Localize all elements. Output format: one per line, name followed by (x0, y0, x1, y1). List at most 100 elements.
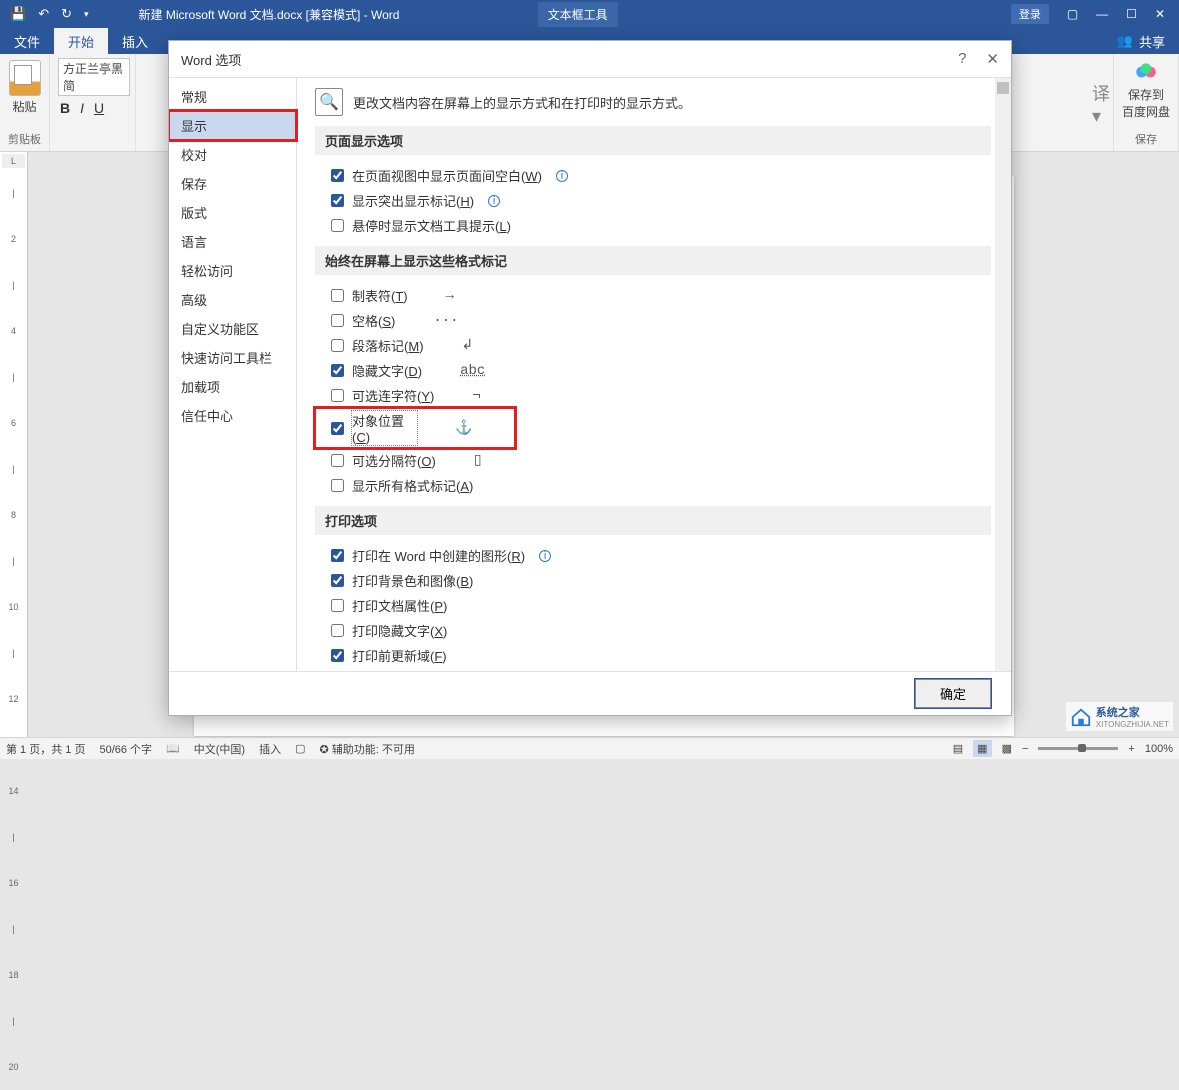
spellcheck-icon[interactable]: 📖 (166, 742, 180, 755)
info-icon[interactable]: i (539, 550, 551, 562)
tab-insert[interactable]: 插入 (108, 28, 162, 54)
dialog-title-text: Word 选项 (181, 50, 241, 69)
opt-anchor[interactable]: 对象位置(C)⚓ (315, 408, 515, 448)
nav-advanced[interactable]: 高级 (169, 285, 296, 314)
font-name-box[interactable]: 方正兰亭黑简 (58, 58, 130, 96)
word-count[interactable]: 50/66 个字 (99, 741, 152, 757)
baidu-save-label2: 百度网盘 (1122, 103, 1170, 120)
zoom-out-icon[interactable]: − (1022, 743, 1028, 755)
textbox-tools-tab[interactable]: 文本框工具 (538, 2, 618, 27)
chk-print-update-fields[interactable] (331, 649, 344, 662)
opt-whitespace[interactable]: 在页面视图中显示页面间空白(W)i (315, 163, 991, 188)
document-title: 新建 Microsoft Word 文档.docx [兼容模式] - Word (99, 6, 518, 23)
nav-addins[interactable]: 加载项 (169, 372, 296, 401)
nav-general[interactable]: 常规 (169, 82, 296, 111)
ok-button[interactable]: 确定 (915, 679, 991, 708)
chk-highlight[interactable] (331, 194, 344, 207)
save-icon[interactable]: 💾 (10, 6, 26, 22)
nav-customize-ribbon[interactable]: 自定义功能区 (169, 314, 296, 343)
macro-icon[interactable]: ▢ (295, 742, 305, 755)
chk-hidden[interactable] (331, 364, 344, 377)
qat-dropdown-icon[interactable]: ▾ (84, 9, 89, 20)
login-button[interactable]: 登录 (1011, 4, 1049, 24)
section-format-marks: 始终在屏幕上显示这些格式标记 (315, 246, 991, 275)
share-button[interactable]: 共享 (1139, 32, 1165, 51)
nav-quick-access-toolbar[interactable]: 快速访问工具栏 (169, 343, 296, 372)
chk-whitespace[interactable] (331, 169, 344, 182)
watermark-name: 系统之家 (1096, 707, 1140, 719)
dialog-content: 🔍 更改文档内容在屏幕上的显示方式和在打印时的显示方式。 页面显示选项 在页面视… (297, 78, 1011, 671)
paste-button[interactable]: 粘贴 (8, 58, 41, 115)
chk-space[interactable] (331, 314, 344, 327)
nav-proofing[interactable]: 校对 (169, 140, 296, 169)
nav-language[interactable]: 语言 (169, 227, 296, 256)
chk-anchor[interactable] (331, 422, 344, 435)
chk-tooltip[interactable] (331, 219, 344, 232)
read-mode-icon[interactable]: ▤ (953, 742, 963, 755)
nav-ease-of-access[interactable]: 轻松访问 (169, 256, 296, 285)
opt-all-marks[interactable]: 显示所有格式标记(A) (315, 473, 991, 498)
baidu-save-group: 保存到 百度网盘 保存 (1114, 54, 1179, 151)
page-status[interactable]: 第 1 页，共 1 页 (6, 741, 85, 757)
baidu-cloud-icon[interactable] (1132, 58, 1160, 86)
opt-hidden-text[interactable]: 隐藏文字(D)abc (315, 358, 991, 383)
print-layout-icon[interactable]: ▦ (973, 740, 991, 757)
undo-icon[interactable]: ↶ (38, 6, 49, 22)
nav-save[interactable]: 保存 (169, 169, 296, 198)
chk-paragraph[interactable] (331, 339, 344, 352)
chk-break[interactable] (331, 454, 344, 467)
info-icon[interactable]: i (556, 170, 568, 182)
bold-button[interactable]: B (60, 100, 70, 116)
quick-access-toolbar: 💾 ↶ ↻ ▾ (0, 6, 99, 22)
chk-print-drawings[interactable] (331, 549, 344, 562)
word-options-dialog: Word 选项 ? ✕ 常规 显示 校对 保存 版式 语言 轻松访问 高级 自定… (168, 40, 1012, 716)
watermark-url: XITONGZHIJIA.NET (1096, 720, 1169, 729)
dialog-close-icon[interactable]: ✕ (986, 50, 999, 68)
opt-print-update-fields[interactable]: 打印前更新域(F) (315, 643, 991, 668)
ribbon-options-icon[interactable]: ▢ (1067, 7, 1078, 21)
language-status[interactable]: 中文(中国) (194, 741, 245, 757)
chk-print-bg[interactable] (331, 574, 344, 587)
maximize-icon[interactable]: ☐ (1126, 7, 1137, 21)
nav-display[interactable]: 显示 (169, 111, 296, 140)
opt-paragraph[interactable]: 段落标记(M)↲ (315, 333, 991, 358)
web-layout-icon[interactable]: ▩ (1002, 742, 1012, 755)
opt-break[interactable]: 可选分隔符(O)▯ (315, 448, 991, 473)
opt-print-props[interactable]: 打印文档属性(P) (315, 593, 991, 618)
opt-highlight[interactable]: 显示突出显示标记(H)i (315, 188, 991, 213)
opt-hyphen[interactable]: 可选连字符(Y)¬ (315, 383, 991, 408)
opt-print-update-links[interactable]: 打印前更新链接数据(K) (315, 668, 991, 671)
underline-button[interactable]: U (94, 100, 104, 116)
redo-icon[interactable]: ↻ (61, 6, 72, 22)
dialog-scrollbar[interactable] (995, 78, 1011, 671)
nav-trust-center[interactable]: 信任中心 (169, 401, 296, 430)
opt-print-hidden[interactable]: 打印隐藏文字(X) (315, 618, 991, 643)
opt-print-bg[interactable]: 打印背景色和图像(B) (315, 568, 991, 593)
minimize-icon[interactable]: — (1096, 7, 1108, 21)
opt-space[interactable]: 空格(S)··· (315, 308, 991, 333)
dialog-footer: 确定 (169, 671, 1011, 715)
section-page-display: 页面显示选项 (315, 126, 991, 155)
opt-print-drawings[interactable]: 打印在 Word 中创建的图形(R)i (315, 543, 991, 568)
zoom-in-icon[interactable]: + (1128, 743, 1134, 755)
tab-file[interactable]: 文件 (0, 28, 54, 54)
zoom-percent[interactable]: 100% (1145, 743, 1173, 755)
chk-all-marks[interactable] (331, 479, 344, 492)
close-icon[interactable]: ✕ (1155, 7, 1165, 21)
chk-print-hidden[interactable] (331, 624, 344, 637)
accessibility-status[interactable]: ✪ 辅助功能: 不可用 (320, 741, 415, 757)
info-icon[interactable]: i (488, 195, 500, 207)
tab-home[interactable]: 开始 (54, 28, 108, 54)
chk-hyphen[interactable] (331, 389, 344, 402)
nav-layout[interactable]: 版式 (169, 198, 296, 227)
opt-tooltip[interactable]: 悬停时显示文档工具提示(L) (315, 213, 991, 238)
insert-mode[interactable]: 插入 (259, 741, 281, 757)
italic-button[interactable]: I (80, 100, 84, 116)
help-icon[interactable]: ? (958, 50, 966, 68)
save-group-label: 保存 (1135, 129, 1157, 149)
opt-tab[interactable]: 制表符(T)→ (315, 283, 991, 308)
zoom-slider[interactable] (1038, 747, 1118, 750)
chk-tab[interactable] (331, 289, 344, 302)
chk-print-props[interactable] (331, 599, 344, 612)
clipboard-group: 粘贴 剪贴板 (0, 54, 50, 151)
